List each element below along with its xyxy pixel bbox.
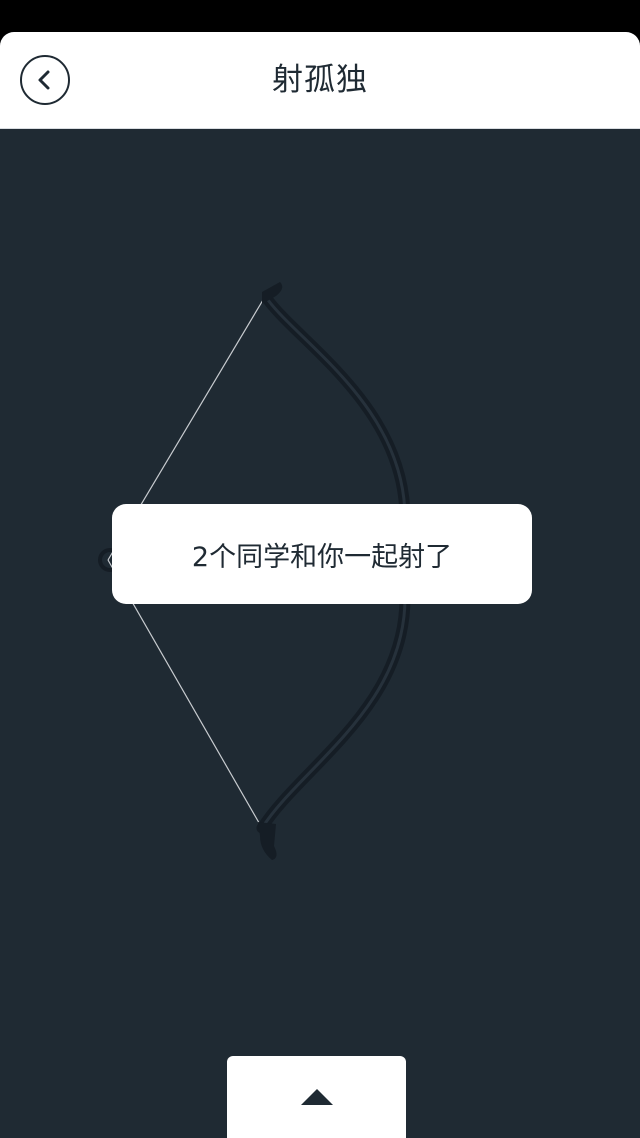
triangle-up-icon bbox=[300, 1089, 333, 1105]
app-sheet: 射孤独 2个同学和你一起射了 bbox=[0, 32, 640, 1138]
bow-illustration bbox=[98, 282, 411, 860]
bow-tip-lower bbox=[258, 822, 277, 860]
expand-button[interactable] bbox=[227, 1056, 406, 1138]
header-bar: 射孤独 bbox=[0, 32, 640, 129]
chevron-left-icon bbox=[38, 70, 50, 90]
toast-message: 2个同学和你一起射了 bbox=[112, 504, 532, 604]
page-title: 射孤独 bbox=[272, 62, 368, 98]
back-button[interactable] bbox=[20, 55, 70, 105]
status-bar bbox=[0, 0, 640, 32]
